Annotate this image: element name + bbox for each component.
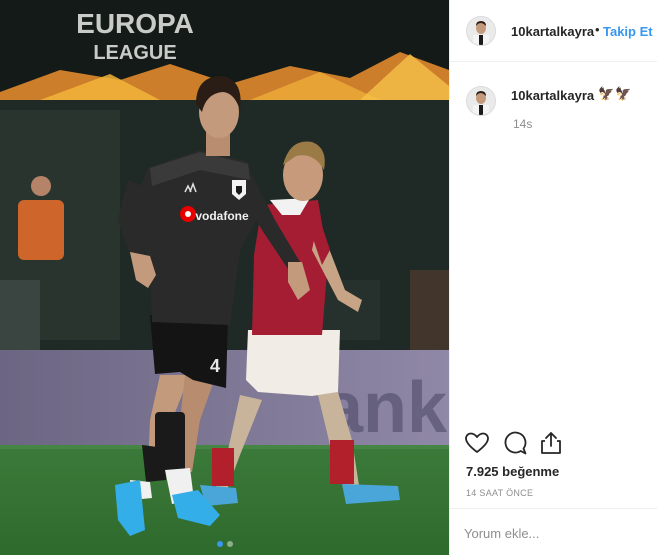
comment-icon[interactable] (502, 430, 528, 456)
carousel-dot-2[interactable] (226, 541, 233, 547)
banner-league-text: LEAGUE (93, 42, 176, 64)
banner-europa-text: EUROPA (76, 8, 194, 39)
post-photo[interactable]: anke EUROPA LEAGUE (0, 0, 449, 555)
match-photo-scene: anke EUROPA LEAGUE (0, 0, 449, 555)
caption-avatar[interactable] (466, 86, 496, 116)
action-bar (464, 430, 584, 456)
shorts-number: 4 (210, 356, 220, 376)
carousel-dots (0, 541, 449, 547)
sponsor-text: vodafone (195, 209, 249, 223)
heart-icon[interactable] (464, 430, 490, 456)
avatar-image (467, 17, 495, 45)
comment-section (450, 508, 657, 555)
caption-avatar-image (467, 87, 495, 115)
follow-button[interactable]: Takip Et (603, 24, 653, 39)
likes-count[interactable]: 7.925 beğenme (466, 464, 559, 479)
comment-input[interactable] (462, 522, 646, 544)
share-icon[interactable] (538, 430, 564, 456)
header-separator: • (595, 22, 600, 37)
avatar[interactable] (466, 16, 496, 46)
post-header: 10kartalkayra • Takip Et (450, 0, 657, 62)
header-username[interactable]: 10kartalkayra (511, 24, 594, 39)
post-timestamp[interactable]: 14 SAAT ÖNCE (466, 488, 533, 498)
caption-text: 🦅🦅 (598, 86, 633, 101)
carousel-dot-1[interactable] (216, 541, 223, 547)
caption-time: 14s (513, 117, 533, 131)
post-side-panel: 10kartalkayra • Takip Et 10kartalkayra 🦅… (449, 0, 657, 555)
caption-username[interactable]: 10kartalkayra (511, 88, 594, 103)
